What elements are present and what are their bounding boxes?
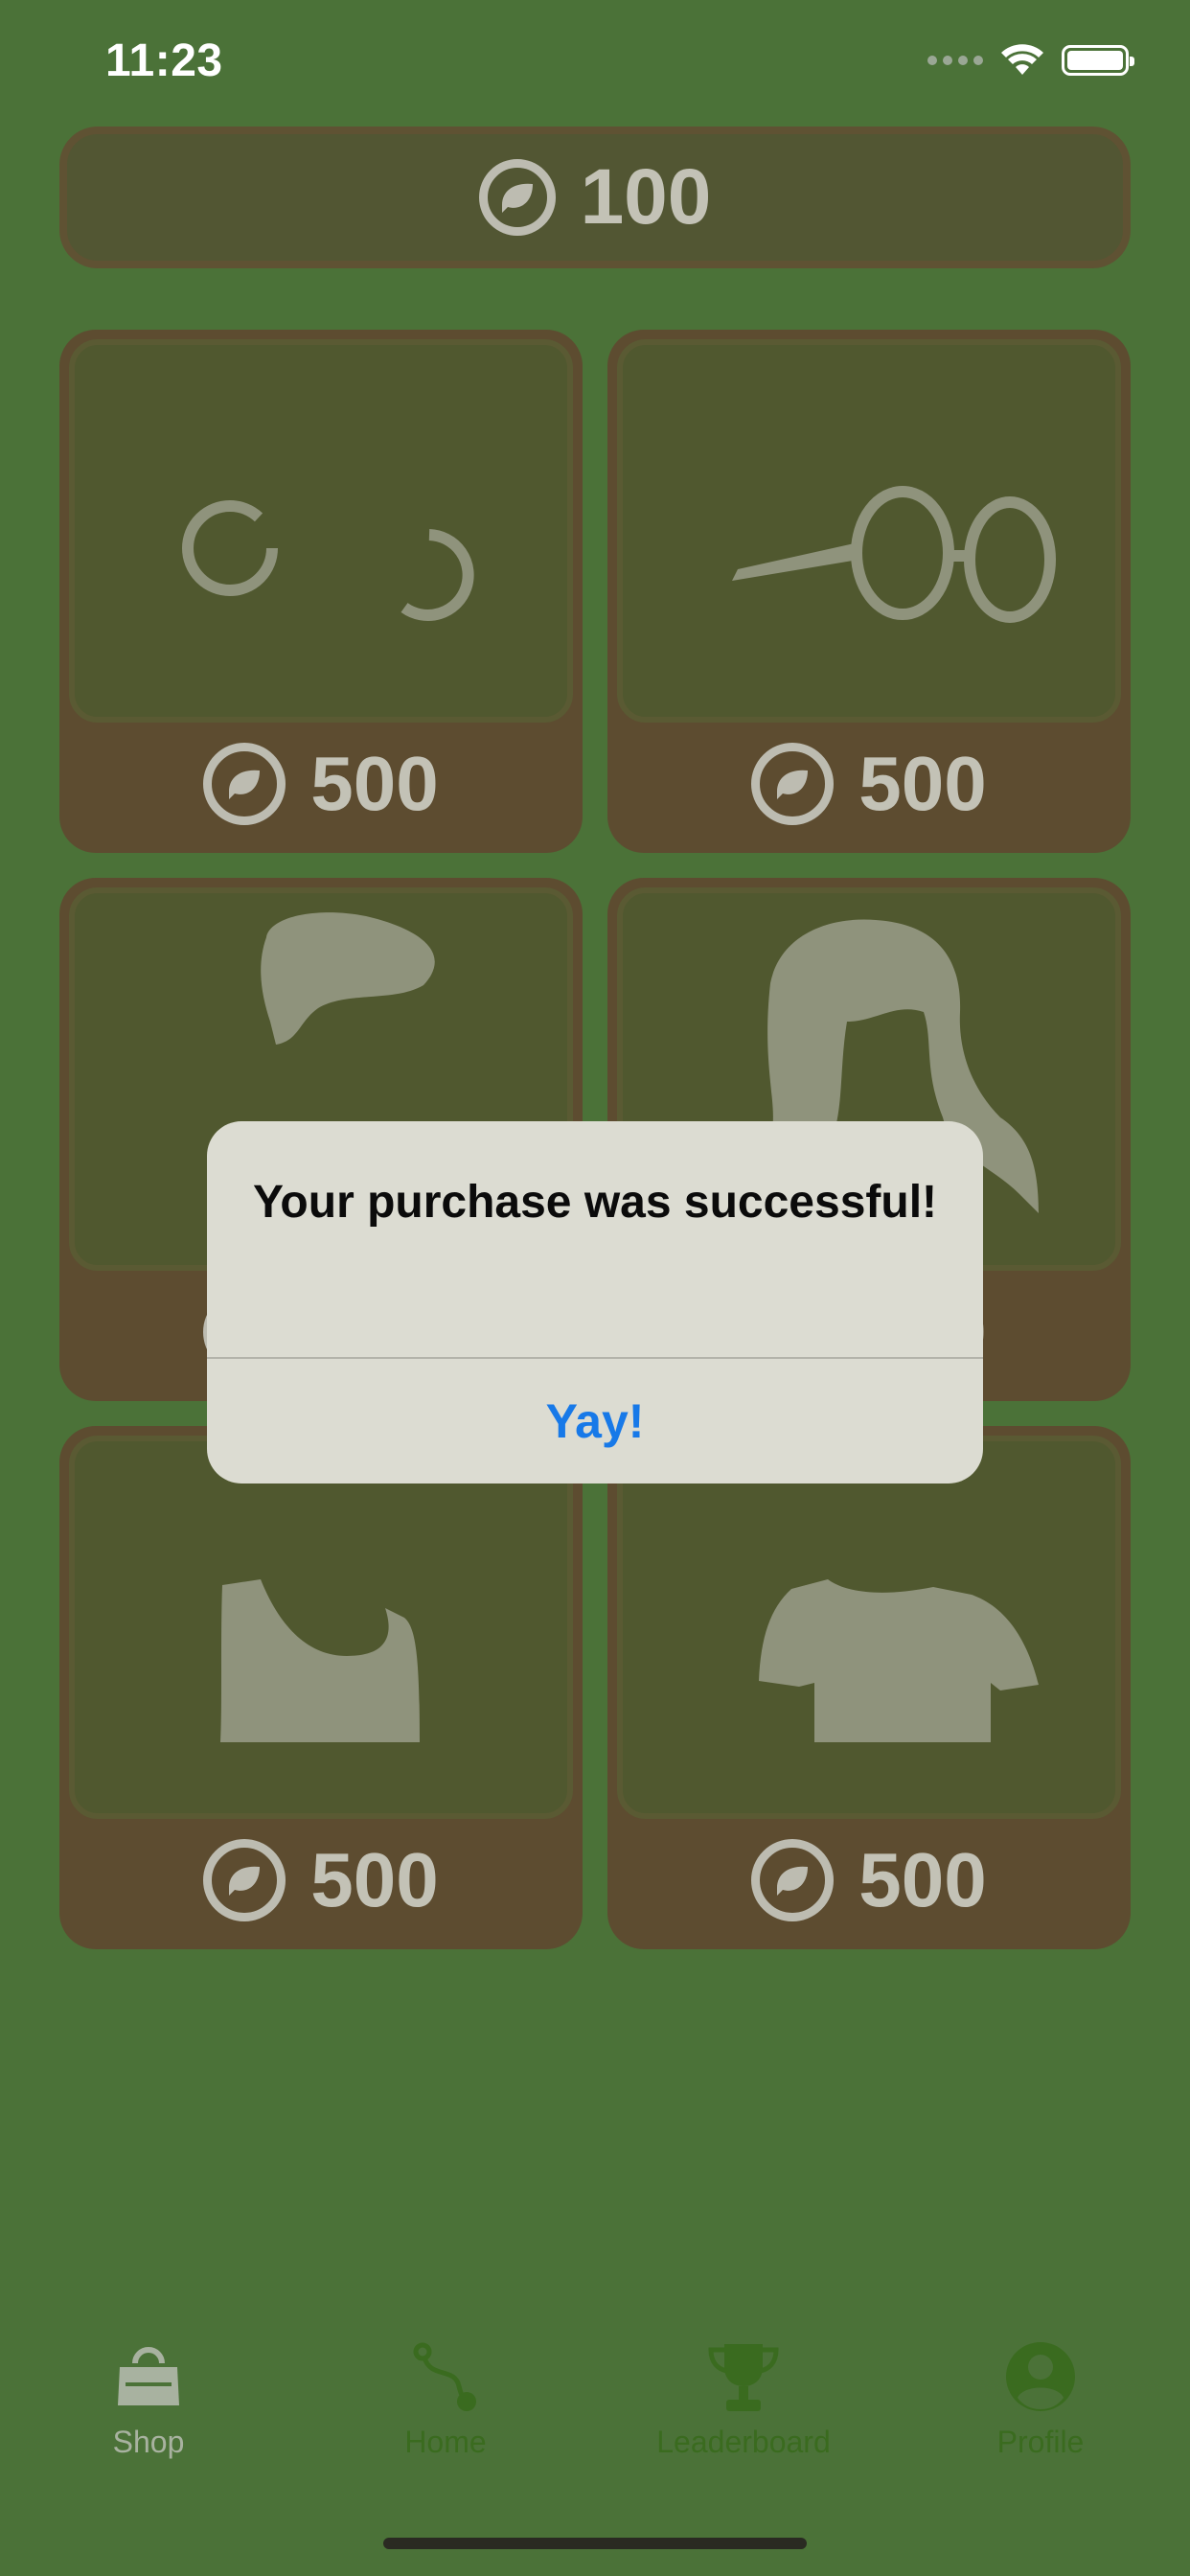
shop-item-earrings[interactable]: 500 <box>59 330 583 853</box>
route-icon <box>413 2342 476 2411</box>
item-price-value: 500 <box>310 741 439 826</box>
wifi-icon <box>1001 44 1043 75</box>
tab-leaderboard[interactable]: Leaderboard <box>629 2338 858 2460</box>
tab-home[interactable]: Home <box>331 2338 561 2460</box>
signal-icon <box>927 56 983 65</box>
item-price: 500 <box>607 1836 1131 1924</box>
battery-icon <box>1062 45 1134 76</box>
tab-label: Profile <box>996 2425 1085 2459</box>
status-time: 11:23 <box>105 35 223 86</box>
balance-value: 100 <box>580 153 712 241</box>
leaf-coin-icon <box>478 159 556 236</box>
balance-card: 100 <box>59 126 1131 268</box>
alert-message: Your purchase was successful! <box>252 1177 938 1228</box>
shop-item-glasses[interactable]: 500 <box>607 330 1131 853</box>
tab-label: Leaderboard <box>656 2425 831 2459</box>
leaf-coin-icon <box>751 743 835 825</box>
tab-profile[interactable]: Profile <box>926 2338 1156 2460</box>
item-price-value: 500 <box>310 1837 439 1922</box>
leaf-coin-icon <box>203 1839 286 1921</box>
shopping-bag-icon <box>118 2347 179 2405</box>
status-icons <box>927 44 1134 77</box>
trophy-icon <box>708 2344 779 2411</box>
item-price: 500 <box>59 1836 583 1924</box>
item-price-value: 500 <box>858 741 987 826</box>
tab-shop[interactable]: Shop <box>34 2338 263 2460</box>
person-circle-icon <box>1006 2342 1075 2411</box>
leaf-coin-icon <box>203 743 286 825</box>
shop-item-tank-top[interactable]: 500 <box>59 1426 583 1949</box>
tab-label: Home <box>404 2425 487 2459</box>
item-price-value: 500 <box>858 1837 987 1922</box>
shop-item-t-shirt[interactable]: 500 <box>607 1426 1131 1949</box>
alert-confirm-button[interactable]: Yay! <box>207 1359 983 1484</box>
home-indicator[interactable] <box>383 2538 807 2549</box>
item-price: 500 <box>59 740 583 828</box>
leaf-coin-icon <box>751 1839 835 1921</box>
tab-bar: Shop Home Leaderboard Profile <box>0 2338 1190 2492</box>
tab-label: Shop <box>112 2425 185 2459</box>
purchase-success-alert: Your purchase was successful! Yay! <box>207 1121 983 1484</box>
item-price: 500 <box>607 740 1131 828</box>
